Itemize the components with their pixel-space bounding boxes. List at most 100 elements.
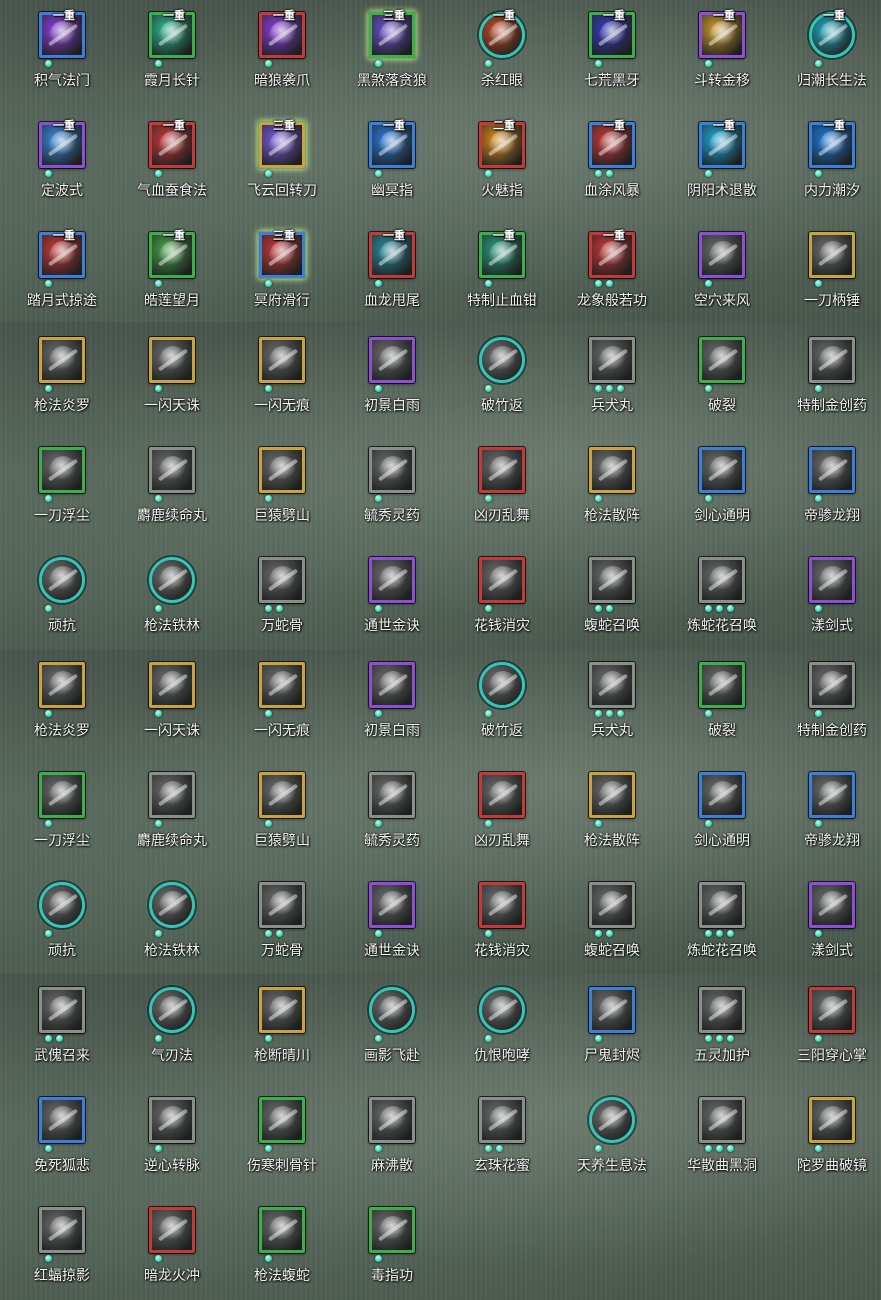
skill-icon[interactable] xyxy=(149,337,195,383)
skill-slot[interactable]: 暗龙火冲 xyxy=(117,1207,227,1299)
skill-slot[interactable]: 帝骖龙翔 xyxy=(777,447,881,539)
skill-slot[interactable]: 空穴来风 xyxy=(667,232,777,324)
skill-slot[interactable]: 一刀浮尘 xyxy=(7,447,117,539)
skill-slot[interactable]: 巨猿劈山 xyxy=(227,772,337,864)
skill-slot[interactable]: 蝮蛇召唤 xyxy=(557,557,667,649)
skill-icon[interactable] xyxy=(589,987,635,1033)
skill-icon[interactable] xyxy=(369,882,415,928)
skill-icon[interactable] xyxy=(259,772,305,818)
skill-icon[interactable] xyxy=(369,337,415,383)
skill-slot[interactable]: 尸鬼封烬 xyxy=(557,987,667,1079)
skill-slot[interactable]: 画影飞赴 xyxy=(337,987,447,1079)
skill-slot[interactable]: 红蝠掠影 xyxy=(7,1207,117,1299)
skill-slot[interactable]: 一重 积气法门 xyxy=(7,9,117,104)
skill-slot[interactable]: 破裂 xyxy=(667,337,777,429)
skill-slot[interactable]: 毒指功 xyxy=(337,1207,447,1299)
skill-slot[interactable]: 毓秀灵药 xyxy=(337,447,447,539)
skill-icon[interactable] xyxy=(809,1097,855,1143)
skill-slot[interactable]: 一重 阴阳术退散 xyxy=(667,119,777,214)
skill-slot[interactable]: 一重 皓莲望月 xyxy=(117,229,227,324)
skill-slot[interactable]: 一重 定波式 xyxy=(7,119,117,214)
skill-slot[interactable]: 凶刃乱舞 xyxy=(447,772,557,864)
skill-icon[interactable] xyxy=(699,232,745,278)
skill-slot[interactable]: 破竹返 xyxy=(447,337,557,429)
skill-slot[interactable]: 花钱消灾 xyxy=(447,557,557,649)
skill-slot[interactable]: 枪法散阵 xyxy=(557,447,667,539)
skill-slot[interactable]: 一重 杀红眼 xyxy=(447,9,557,104)
skill-icon[interactable] xyxy=(149,557,195,603)
skill-icon[interactable] xyxy=(699,882,745,928)
skill-icon[interactable] xyxy=(479,447,525,493)
skill-slot[interactable]: 一刀柄锤 xyxy=(777,232,881,324)
skill-icon[interactable] xyxy=(149,987,195,1033)
skill-slot[interactable]: 一闪天诛 xyxy=(117,662,227,754)
skill-icon[interactable] xyxy=(39,772,85,818)
skill-slot[interactable]: 兵犬丸 xyxy=(557,662,667,754)
skill-icon[interactable] xyxy=(369,557,415,603)
skill-slot[interactable]: 枪法铁林 xyxy=(117,882,227,974)
skill-icon[interactable] xyxy=(699,662,745,708)
skill-icon[interactable] xyxy=(39,1207,85,1253)
skill-slot[interactable]: 一重 斗转金移 xyxy=(667,9,777,104)
skill-slot[interactable]: 三重 黑煞落贪狼 xyxy=(337,9,447,104)
skill-icon[interactable] xyxy=(479,1097,525,1143)
skill-icon[interactable] xyxy=(369,772,415,818)
skill-slot[interactable]: 毓秀灵药 xyxy=(337,772,447,864)
skill-slot[interactable]: 万蛇骨 xyxy=(227,882,337,974)
skill-icon[interactable] xyxy=(699,772,745,818)
skill-slot[interactable]: 逆心转脉 xyxy=(117,1097,227,1189)
skill-slot[interactable]: 顽抗 xyxy=(7,557,117,649)
skill-icon[interactable] xyxy=(479,882,525,928)
skill-icon[interactable] xyxy=(809,772,855,818)
skill-slot[interactable]: 二重 火魅指 xyxy=(447,119,557,214)
skill-slot[interactable]: 枪断晴川 xyxy=(227,987,337,1079)
skill-icon[interactable] xyxy=(589,557,635,603)
skill-slot[interactable]: 帝骖龙翔 xyxy=(777,772,881,864)
skill-slot[interactable]: 一闪无痕 xyxy=(227,662,337,754)
skill-icon[interactable] xyxy=(589,882,635,928)
skill-slot[interactable]: 伤寒刺骨针 xyxy=(227,1097,337,1189)
skill-icon[interactable] xyxy=(809,447,855,493)
skill-slot[interactable]: 炼蛇花召唤 xyxy=(667,557,777,649)
skill-icon[interactable] xyxy=(809,557,855,603)
skill-icon[interactable] xyxy=(259,662,305,708)
skill-icon[interactable] xyxy=(809,987,855,1033)
skill-slot[interactable]: 一重 血涂风暴 xyxy=(557,119,667,214)
skill-icon[interactable] xyxy=(149,882,195,928)
skill-slot[interactable]: 蝮蛇召唤 xyxy=(557,882,667,974)
skill-icon[interactable] xyxy=(259,557,305,603)
skill-slot[interactable]: 一重 幽冥指 xyxy=(337,119,447,214)
skill-icon[interactable] xyxy=(369,1097,415,1143)
skill-slot[interactable]: 漾剑式 xyxy=(777,882,881,974)
skill-slot[interactable]: 顽抗 xyxy=(7,882,117,974)
skill-icon[interactable] xyxy=(39,337,85,383)
skill-icon[interactable] xyxy=(809,662,855,708)
skill-slot[interactable]: 巨猿劈山 xyxy=(227,447,337,539)
skill-slot[interactable]: 通世金诀 xyxy=(337,557,447,649)
skill-icon[interactable] xyxy=(589,337,635,383)
skill-icon[interactable] xyxy=(589,662,635,708)
skill-slot[interactable]: 陀罗曲破镜 xyxy=(777,1097,881,1189)
skill-icon[interactable] xyxy=(479,337,525,383)
skill-icon[interactable] xyxy=(259,447,305,493)
skill-icon[interactable] xyxy=(809,337,855,383)
skill-slot[interactable]: 剑心通明 xyxy=(667,447,777,539)
skill-icon[interactable] xyxy=(369,662,415,708)
skill-slot[interactable]: 凶刃乱舞 xyxy=(447,447,557,539)
skill-icon[interactable] xyxy=(589,447,635,493)
skill-icon[interactable] xyxy=(149,772,195,818)
skill-slot[interactable]: 华散曲黑洞 xyxy=(667,1097,777,1189)
skill-icon[interactable] xyxy=(369,1207,415,1253)
skill-slot[interactable]: 气刃法 xyxy=(117,987,227,1079)
skill-icon[interactable] xyxy=(259,1207,305,1253)
skill-slot[interactable]: 一重 踏月式掠途 xyxy=(7,229,117,324)
skill-slot[interactable]: 兵犬丸 xyxy=(557,337,667,429)
skill-icon[interactable] xyxy=(699,447,745,493)
skill-icon[interactable] xyxy=(699,987,745,1033)
skill-slot[interactable]: 三阳穿心掌 xyxy=(777,987,881,1079)
skill-slot[interactable]: 一重 内力潮汐 xyxy=(777,119,881,214)
skill-icon[interactable] xyxy=(699,557,745,603)
skill-slot[interactable]: 炼蛇花召唤 xyxy=(667,882,777,974)
skill-slot[interactable]: 破竹返 xyxy=(447,662,557,754)
skill-slot[interactable]: 特制金创药 xyxy=(777,337,881,429)
